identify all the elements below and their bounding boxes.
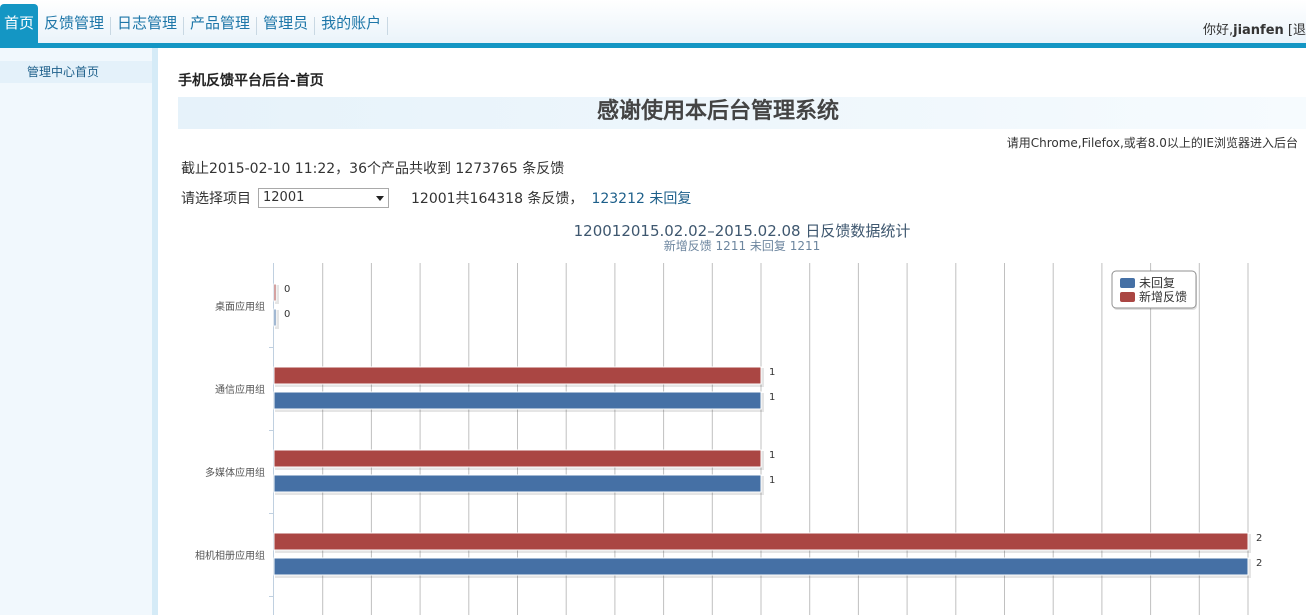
bar-data-label: 2 <box>1256 533 1262 544</box>
legend-swatch <box>1120 278 1135 288</box>
greeting-prefix: 你好, <box>1202 23 1234 38</box>
welcome-title: 感谢使用本后台管理系统 <box>596 99 839 124</box>
unreplied-count-link[interactable]: 123212 未回复 <box>591 188 691 208</box>
chevron-down-icon <box>376 196 384 201</box>
bar-data-label: 1 <box>769 475 775 486</box>
nav-tab-admins[interactable]: 管理员 <box>257 4 314 43</box>
bar-new-feedback <box>273 283 277 302</box>
bar-data-label: 0 <box>284 284 290 295</box>
nav-tab-my-account[interactable]: 我的账户 <box>315 4 387 43</box>
user-greeting: 你好,jianfen [退 <box>1203 19 1306 38</box>
bar-chart-svg: 120012015.02.02–2015.02.08 日反馈数据统计新增反馈 1… <box>195 222 1262 615</box>
nav-divider <box>387 17 389 35</box>
bar-data-label: 1 <box>769 392 775 403</box>
chart-subtitle: 新增反馈 1211 未回复 1211 <box>664 238 821 253</box>
legend-item: 未回复 <box>1139 276 1175 290</box>
nav-tab-logs[interactable]: 日志管理 <box>111 4 183 43</box>
logout-link[interactable]: [退 <box>1288 23 1306 38</box>
project-select-label: 请选择项目 <box>181 191 251 207</box>
category-label: 通信应用组 <box>215 383 265 396</box>
bar-new-feedback <box>273 532 1249 551</box>
main-nav: 首页 反馈管理 日志管理 产品管理 管理员 我的账户 <box>0 4 389 43</box>
nav-tab-feedback[interactable]: 反馈管理 <box>38 4 110 43</box>
bar-unreplied <box>273 474 762 493</box>
browser-tip: 请用Chrome,Filefox,或者8.0以上的IE浏览器进入后台 <box>1006 136 1298 150</box>
nav-tab-products[interactable]: 产品管理 <box>184 4 256 43</box>
bar-unreplied <box>273 308 277 327</box>
feedback-chart: 120012015.02.02–2015.02.08 日反馈数据统计 新增反馈 1… <box>158 215 1306 615</box>
bar-data-label: 1 <box>769 450 775 461</box>
category-label: 相机相册应用组 <box>195 549 265 562</box>
bar-unreplied <box>273 557 1249 576</box>
legend-swatch <box>1120 292 1135 302</box>
category-label: 桌面应用组 <box>215 300 265 313</box>
project-select-row: 请选择项目 12001 12001共164318 条反馈， 123212 未回复 <box>181 187 691 209</box>
bar-data-label: 1 <box>769 367 775 378</box>
bar-new-feedback <box>273 366 762 385</box>
feedback-summary: 截止2015-02-10 11:22，36个产品共收到 1273765 条反馈 <box>181 161 565 177</box>
project-feedback-count: 12001共164318 条反馈， <box>411 191 584 207</box>
top-nav-bar: 首页 反馈管理 日志管理 产品管理 管理员 我的账户 你好,jianfen [退 <box>0 0 1306 48</box>
bar-data-label: 0 <box>284 309 290 320</box>
breadcrumb: 手机反馈平台后台-首页 <box>178 73 324 89</box>
chart-title: 120012015.02.02–2015.02.08 日反馈数据统计 <box>574 222 911 240</box>
nav-tab-home[interactable]: 首页 <box>0 4 39 43</box>
project-select[interactable]: 12001 <box>258 188 389 208</box>
bar-new-feedback <box>273 449 762 468</box>
sidebar: 管理中心首页 <box>0 48 158 615</box>
project-select-value: 12001 <box>263 190 305 205</box>
username: jianfen <box>1233 23 1284 38</box>
category-label: 多媒体应用组 <box>205 466 265 479</box>
bar-unreplied <box>273 391 762 410</box>
legend-item: 新增反馈 <box>1139 289 1187 304</box>
sidebar-item-admin-home[interactable]: 管理中心首页 <box>0 61 152 83</box>
bar-data-label: 2 <box>1256 558 1262 569</box>
